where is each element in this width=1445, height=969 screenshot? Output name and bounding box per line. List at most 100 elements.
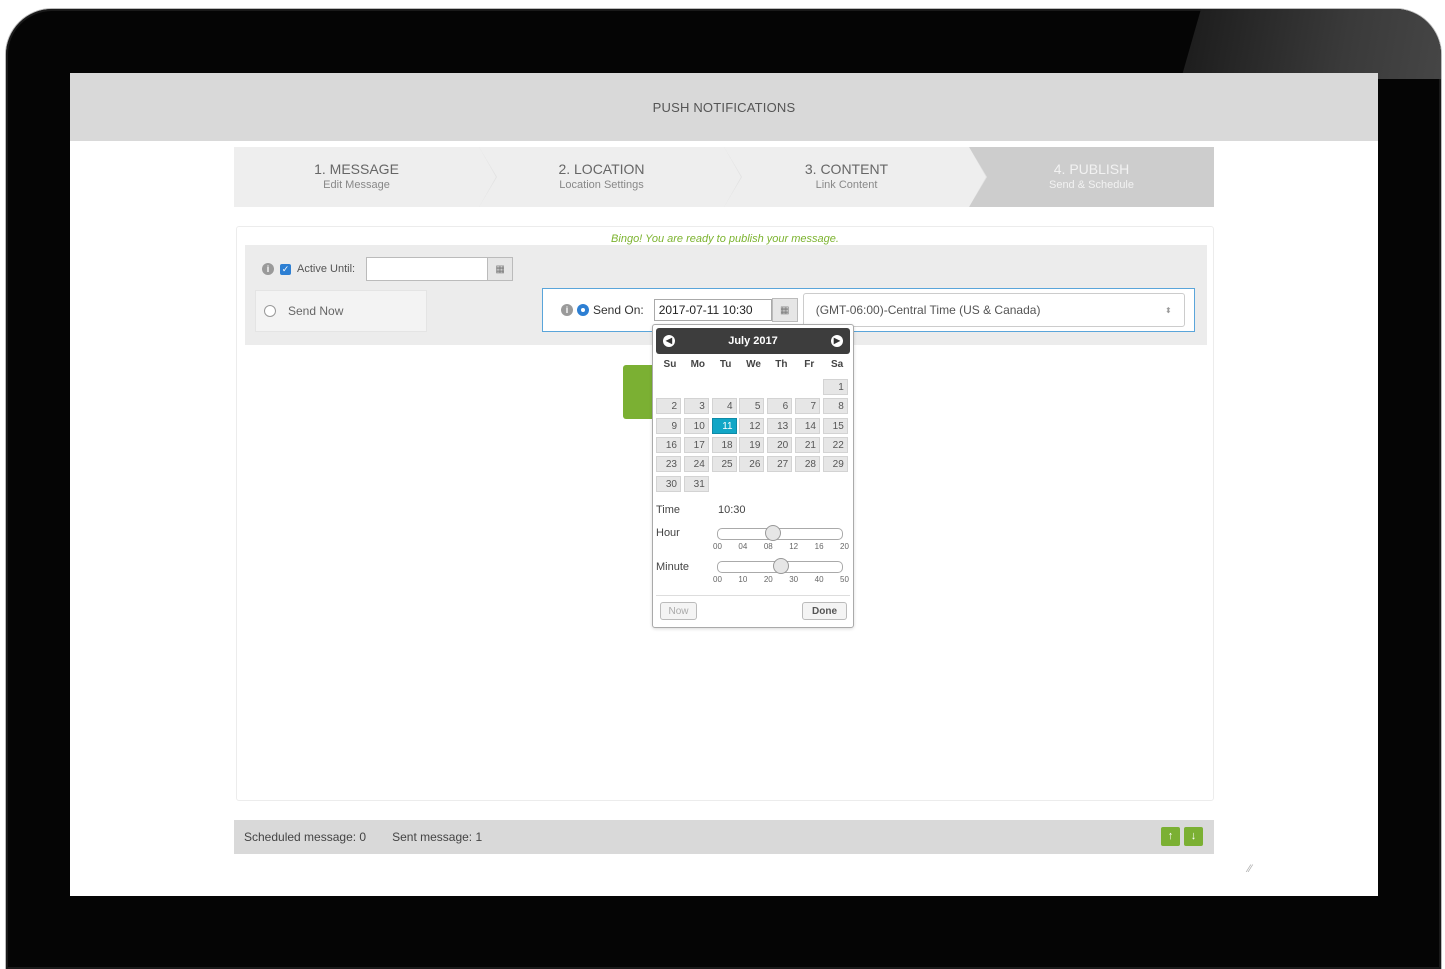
- send-on-label: Send On:: [593, 303, 644, 317]
- step-title: 1. MESSAGE: [314, 161, 399, 177]
- send-on-datetime-input[interactable]: 2017-07-11 10:30: [653, 299, 772, 321]
- hour-tick: 16: [814, 542, 824, 551]
- send-now-label: Send Now: [288, 304, 344, 318]
- active-until-label: Active Until:: [297, 263, 356, 275]
- minute-tick: 40: [814, 575, 824, 584]
- calendar-day[interactable]: 14: [795, 417, 820, 434]
- calendar-day[interactable]: 16: [656, 436, 681, 453]
- weekday-label: We: [746, 359, 761, 370]
- done-button[interactable]: Done: [802, 602, 847, 620]
- step-location[interactable]: 2. LOCATION Location Settings: [479, 147, 742, 207]
- calendar-day[interactable]: 20: [767, 436, 793, 453]
- success-message: Bingo! You are ready to publish your mes…: [611, 233, 839, 245]
- info-icon[interactable]: i: [262, 263, 274, 275]
- hour-slider-handle[interactable]: [764, 525, 781, 541]
- calendar-icon[interactable]: ▦: [771, 298, 798, 322]
- minute-tick: 10: [738, 575, 748, 584]
- calendar-day[interactable]: 27: [767, 456, 793, 473]
- step-subtitle: Location Settings: [559, 179, 644, 191]
- minute-label: Minute: [656, 561, 690, 573]
- select-arrows-icon: ⬍: [1165, 305, 1172, 315]
- hour-ticks: 00 04 08 12 16 20: [713, 542, 849, 551]
- minute-slider-handle[interactable]: [772, 558, 789, 574]
- status-bar: Scheduled message: 0 Sent message: 1 ↑ ↓: [234, 820, 1214, 854]
- calendar-day[interactable]: 18: [711, 436, 737, 453]
- calendar-day[interactable]: 6: [767, 398, 793, 415]
- calendar-day[interactable]: 12: [739, 417, 765, 434]
- calendar-day[interactable]: 19: [739, 436, 765, 453]
- send-now-radio[interactable]: [264, 305, 276, 317]
- sent-count: Sent message: 1: [392, 830, 483, 844]
- calendar-day[interactable]: 2: [656, 398, 681, 415]
- calendar-day[interactable]: 4: [711, 398, 737, 415]
- wizard-steps: 1. MESSAGE Edit Message 2. LOCATION Loca…: [234, 147, 1214, 207]
- step-title: 4. PUBLISH: [1053, 161, 1130, 177]
- calendar-day[interactable]: 31: [683, 475, 709, 492]
- calendar-day[interactable]: 13: [767, 417, 793, 434]
- step-title: 3. CONTENT: [804, 161, 889, 177]
- time-label: Time: [656, 504, 681, 516]
- calendar-day[interactable]: 29: [822, 456, 848, 473]
- hour-tick: 12: [789, 542, 799, 551]
- calendar-day[interactable]: 21: [795, 436, 820, 453]
- calendar-day[interactable]: 5: [739, 398, 765, 415]
- calendar-icon[interactable]: ▦: [487, 257, 514, 281]
- glass-glare: [1181, 9, 1441, 79]
- weekday-label: Su: [663, 359, 677, 370]
- calendar-day[interactable]: 24: [683, 456, 709, 473]
- step-title: 2. LOCATION: [558, 161, 645, 177]
- hour-tick: 00: [713, 542, 722, 551]
- weekday-label: Sa: [830, 359, 844, 370]
- active-until-input[interactable]: [366, 257, 489, 281]
- now-button[interactable]: Now: [660, 602, 697, 620]
- prev-month-icon[interactable]: ◀: [663, 335, 675, 347]
- time-value: 10:30: [718, 504, 746, 516]
- calendar-day[interactable]: 26: [739, 456, 765, 473]
- minute-tick: 00: [713, 575, 722, 584]
- send-on-radio[interactable]: [577, 304, 589, 316]
- app-screen: PUSH NOTIFICATIONS 1. MESSAGE Edit Messa…: [70, 73, 1378, 896]
- calendar-day[interactable]: 23: [656, 456, 681, 473]
- arrow-up-icon[interactable]: ↑: [1161, 827, 1180, 846]
- active-until-checkbox[interactable]: ✓: [280, 263, 291, 275]
- calendar-day[interactable]: 30: [656, 475, 681, 492]
- timezone-select[interactable]: (GMT-06:00)-Central Time (US & Canada) ⬍: [802, 293, 1185, 327]
- weekday-header: Su Mo Tu We Th Fr Sa: [656, 359, 851, 370]
- calendar-day[interactable]: 7: [795, 398, 820, 415]
- weekday-label: Mo: [690, 359, 706, 370]
- minute-tick: 30: [789, 575, 799, 584]
- step-subtitle: Edit Message: [323, 179, 390, 191]
- calendar-day[interactable]: 9: [656, 417, 681, 434]
- calendar-day[interactable]: 11: [711, 417, 737, 434]
- month-label: July 2017: [728, 335, 778, 347]
- calendar-day[interactable]: 3: [683, 398, 709, 415]
- calendar-day[interactable]: 15: [822, 417, 848, 434]
- timezone-value: (GMT-06:00)-Central Time (US & Canada): [815, 303, 1041, 317]
- weekday-label: Tu: [719, 359, 732, 370]
- calendar-day[interactable]: 25: [711, 456, 737, 473]
- minute-ticks: 00 10 20 30 40 50: [713, 575, 849, 584]
- picker-header: ◀ July 2017 ▶: [656, 328, 850, 354]
- calendar-day[interactable]: 22: [822, 436, 848, 453]
- step-message[interactable]: 1. MESSAGE Edit Message: [234, 147, 497, 207]
- minute-slider[interactable]: [717, 558, 843, 574]
- hour-slider[interactable]: [717, 525, 843, 541]
- info-icon[interactable]: i: [561, 304, 573, 316]
- step-content[interactable]: 3. CONTENT Link Content: [724, 147, 987, 207]
- calendar-day[interactable]: 17: [683, 436, 709, 453]
- step-subtitle: Link Content: [815, 179, 878, 191]
- arrow-down-icon[interactable]: ↓: [1184, 827, 1203, 846]
- send-on-option: i Send On: 2017-07-11 10:30 ▦ (GMT-06:00…: [542, 288, 1195, 332]
- calendar-day[interactable]: 10: [683, 417, 709, 434]
- app-header: PUSH NOTIFICATIONS: [70, 73, 1378, 141]
- resize-handle-icon[interactable]: ⁄⁄: [1248, 863, 1252, 875]
- calendar-day[interactable]: 28: [795, 456, 820, 473]
- calendar-day[interactable]: 1: [822, 379, 848, 395]
- active-until-row: i ✓ Active Until: ▦: [262, 257, 514, 281]
- next-month-icon[interactable]: ▶: [831, 335, 843, 347]
- step-publish[interactable]: 4. PUBLISH Send & Schedule: [969, 147, 1214, 207]
- step-subtitle: Send & Schedule: [1048, 179, 1134, 191]
- calendar-day[interactable]: 8: [822, 398, 848, 415]
- send-now-option[interactable]: Send Now: [255, 290, 427, 332]
- scheduled-count: Scheduled message: 0: [244, 830, 367, 844]
